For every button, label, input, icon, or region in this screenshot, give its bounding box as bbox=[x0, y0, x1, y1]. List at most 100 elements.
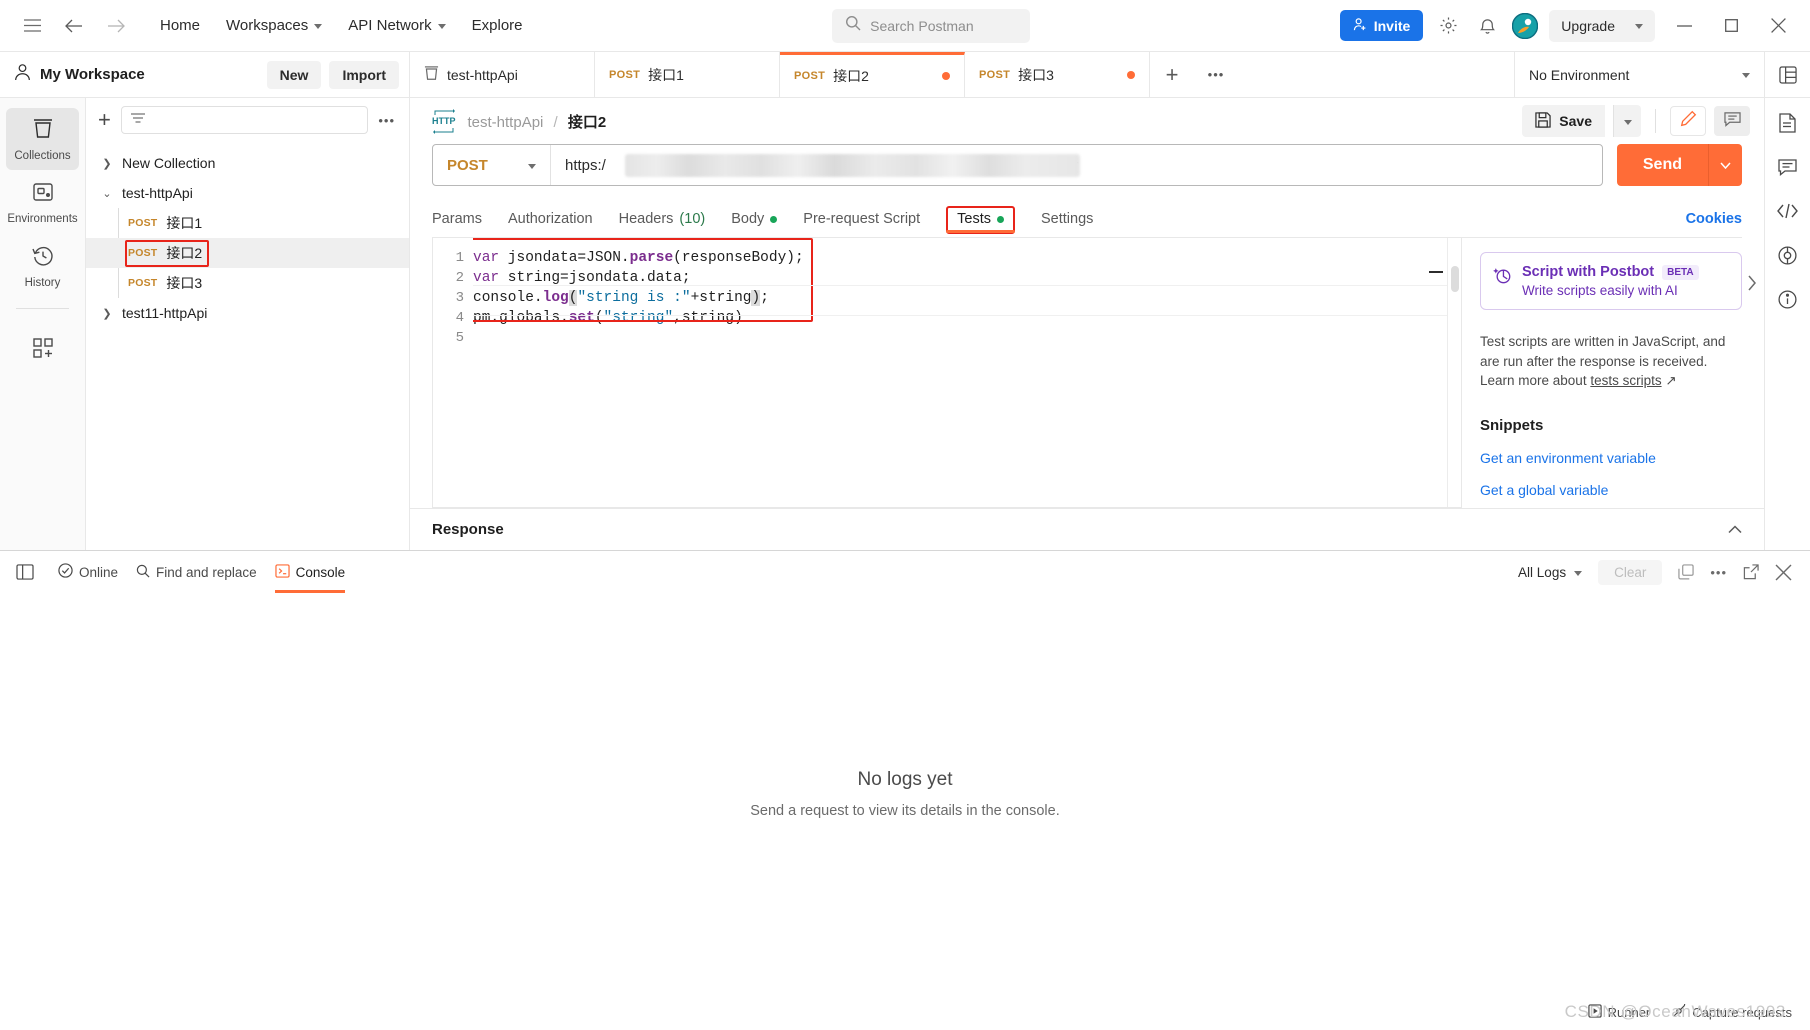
request-tab-1[interactable]: POST 接口1 bbox=[595, 52, 780, 97]
request-tab-3[interactable]: POST 接口3 bbox=[965, 52, 1150, 97]
chevron-up-icon[interactable] bbox=[1728, 521, 1742, 539]
forward-arrow-icon[interactable] bbox=[102, 12, 130, 40]
more-horizontal-icon[interactable]: ••• bbox=[1710, 565, 1727, 580]
tab-settings[interactable]: Settings bbox=[1041, 211, 1093, 237]
bell-icon[interactable] bbox=[1473, 12, 1501, 40]
send-button[interactable]: Send bbox=[1617, 156, 1708, 174]
postbot-card[interactable]: Script with Postbot BETA Write scripts e… bbox=[1480, 252, 1756, 310]
plus-icon[interactable]: + bbox=[98, 109, 111, 131]
add-apps-button[interactable] bbox=[6, 319, 79, 381]
clear-console-button[interactable]: Clear bbox=[1598, 559, 1663, 585]
close-console-icon[interactable] bbox=[1775, 564, 1792, 581]
filter-input[interactable] bbox=[120, 106, 369, 134]
nav-workspaces[interactable]: Workspaces bbox=[226, 17, 323, 34]
tab-body-label: Body bbox=[731, 211, 765, 227]
scrollbar-thumb[interactable] bbox=[1451, 266, 1459, 292]
top-bar-actions: Invite Upgrade bbox=[1339, 9, 1796, 43]
comment-button[interactable] bbox=[1714, 106, 1750, 136]
sidebar-item-history[interactable]: History bbox=[6, 236, 79, 298]
console-tab[interactable]: Console bbox=[274, 563, 345, 593]
code-snippet-icon[interactable] bbox=[1773, 198, 1803, 224]
import-button[interactable]: Import bbox=[329, 60, 399, 89]
breadcrumb-collection[interactable]: test-httpApi bbox=[468, 114, 544, 131]
invite-button[interactable]: Invite bbox=[1339, 10, 1424, 41]
tab-more-icon[interactable]: ••• bbox=[1194, 52, 1238, 97]
response-section-bar[interactable]: Response bbox=[410, 508, 1764, 550]
minimize-icon[interactable] bbox=[1666, 9, 1702, 43]
popout-icon[interactable] bbox=[1743, 564, 1759, 580]
online-status[interactable]: Online bbox=[58, 563, 118, 581]
new-button[interactable]: New bbox=[266, 60, 322, 89]
help-circle-icon[interactable] bbox=[1773, 242, 1803, 268]
more-horizontal-icon[interactable]: ••• bbox=[378, 113, 395, 128]
snippet-get-environment-variable[interactable]: Get an environment variable bbox=[1480, 450, 1742, 466]
capture-requests-button[interactable]: Capture requests bbox=[1672, 1001, 1792, 1021]
editor-scrollbar[interactable] bbox=[1447, 238, 1461, 507]
comments-icon[interactable] bbox=[1773, 154, 1803, 180]
collection-icon bbox=[424, 65, 439, 84]
hamburger-icon[interactable] bbox=[18, 12, 46, 40]
cookies-link[interactable]: Cookies bbox=[1686, 211, 1742, 237]
nav-api-network[interactable]: API Network bbox=[348, 17, 446, 34]
code-content[interactable]: var jsondata=JSON.parse(responseBody); v… bbox=[473, 238, 1461, 507]
request-item-2[interactable]: POST 接口2 bbox=[86, 238, 409, 268]
gear-icon[interactable] bbox=[1434, 12, 1462, 40]
unsaved-dot bbox=[1127, 70, 1135, 79]
nav-explore-label: Explore bbox=[471, 17, 523, 34]
save-options-button[interactable] bbox=[1613, 105, 1641, 137]
layout-icon[interactable] bbox=[10, 564, 40, 580]
request-tab-2[interactable]: POST 接口2 bbox=[780, 52, 965, 97]
collection-test11-httpapi[interactable]: ❯ test11-httpApi bbox=[86, 298, 409, 328]
tests-scripts-link[interactable]: tests scripts bbox=[1590, 373, 1661, 388]
editor-collapse-handle[interactable] bbox=[1429, 271, 1443, 273]
all-logs-selector[interactable]: All Logs bbox=[1518, 565, 1583, 580]
upgrade-button[interactable]: Upgrade bbox=[1549, 9, 1655, 42]
info-circle-icon[interactable] bbox=[1773, 286, 1803, 312]
search-input[interactable]: Search Postman bbox=[832, 8, 1031, 43]
tab-headers[interactable]: Headers (10) bbox=[619, 211, 706, 237]
chevron-right-icon[interactable] bbox=[1747, 275, 1757, 296]
find-and-replace[interactable]: Find and replace bbox=[136, 564, 257, 581]
save-label: Save bbox=[1559, 113, 1592, 129]
collection-test-httpapi[interactable]: ⌄ test-httpApi bbox=[86, 178, 409, 208]
close-icon[interactable] bbox=[1760, 9, 1796, 43]
history-icon bbox=[31, 245, 54, 272]
environment-selector[interactable]: No Environment bbox=[1514, 52, 1764, 97]
environment-quick-look-icon[interactable] bbox=[1764, 52, 1810, 97]
url-input[interactable]: https:/ tor bbox=[551, 145, 1602, 185]
back-arrow-icon[interactable] bbox=[60, 12, 88, 40]
request-tab-collection[interactable]: test-httpApi bbox=[410, 52, 595, 97]
postman-avatar-icon[interactable] bbox=[1512, 12, 1539, 39]
request-item-3[interactable]: POST 接口3 bbox=[86, 268, 409, 298]
documentation-icon[interactable] bbox=[1773, 110, 1803, 136]
edit-button[interactable] bbox=[1670, 106, 1706, 136]
method-selector[interactable]: POST bbox=[433, 145, 551, 185]
new-tab-plus-icon[interactable]: + bbox=[1150, 52, 1194, 97]
save-button[interactable]: Save bbox=[1522, 105, 1605, 137]
sidebar-item-collections[interactable]: Collections bbox=[6, 108, 79, 170]
request-item-1[interactable]: POST 接口1 bbox=[86, 208, 409, 238]
maximize-icon[interactable] bbox=[1713, 9, 1749, 43]
send-options-button[interactable] bbox=[1708, 144, 1742, 186]
tab-tests[interactable]: Tests bbox=[946, 206, 1015, 234]
nav-home[interactable]: Home bbox=[160, 17, 200, 34]
chevron-down-icon bbox=[1635, 24, 1643, 29]
request-label: 接口3 bbox=[166, 275, 203, 291]
copy-icon[interactable] bbox=[1678, 564, 1695, 580]
tab-pre-request-script[interactable]: Pre-request Script bbox=[803, 211, 920, 237]
tab-headers-label: Headers bbox=[618, 211, 674, 227]
tests-script-editor[interactable]: 1 2 3 4 5 var jsondata=JSON.parse(respon… bbox=[432, 238, 1462, 508]
rail-divider bbox=[16, 308, 69, 309]
tab-body[interactable]: Body bbox=[731, 211, 778, 237]
runner-button[interactable]: Runner bbox=[1587, 1003, 1650, 1021]
tab-authorization[interactable]: Authorization bbox=[508, 211, 593, 237]
sidebar-item-environments[interactable]: Environments bbox=[6, 172, 79, 234]
learn-more-prefix: Learn more about bbox=[1480, 373, 1591, 388]
collection-new-collection[interactable]: ❯ New Collection bbox=[86, 148, 409, 178]
snippet-get-global-variable[interactable]: Get a global variable bbox=[1480, 482, 1742, 498]
tab-params[interactable]: Params bbox=[432, 211, 482, 237]
nav-workspaces-label: Workspaces bbox=[226, 17, 309, 34]
nav-explore[interactable]: Explore bbox=[472, 17, 523, 34]
search-icon bbox=[136, 564, 150, 581]
postbot-title: Script with Postbot bbox=[1522, 264, 1655, 280]
